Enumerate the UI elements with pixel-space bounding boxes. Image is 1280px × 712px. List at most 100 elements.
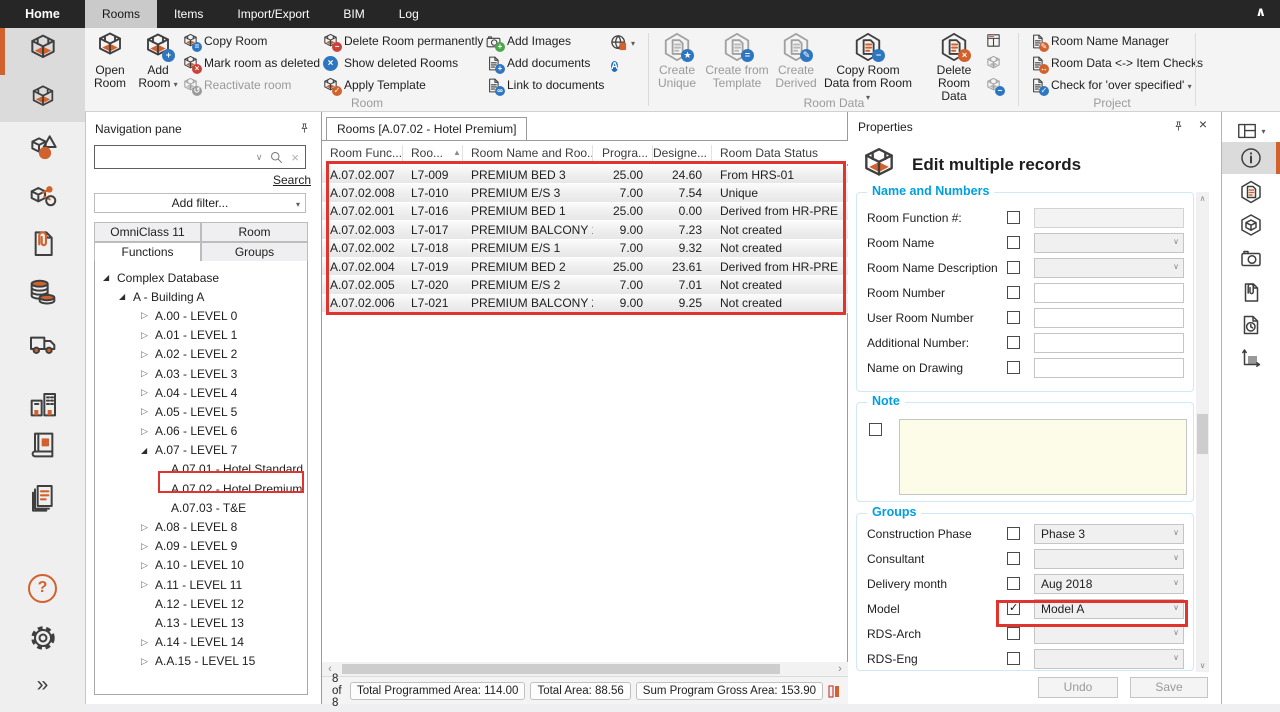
ribbon-tab[interactable]: BIM xyxy=(326,0,381,28)
sidebar-systems-button[interactable] xyxy=(0,177,85,215)
field-input[interactable]: Phase 3 xyxy=(1034,524,1184,544)
tree-expander-icon[interactable] xyxy=(141,426,155,437)
language-badge[interactable]: A xyxy=(611,58,618,74)
close-icon[interactable]: × xyxy=(1199,116,1207,132)
field-input[interactable] xyxy=(1034,308,1184,328)
tree-item[interactable]: A - Building A xyxy=(95,287,307,306)
copy-room-data-button[interactable]: − Copy Room Data from Room ▾ xyxy=(822,30,914,98)
field-input[interactable] xyxy=(1034,358,1184,378)
apply-checkbox[interactable] xyxy=(1007,311,1020,324)
room-data-item-checks-button[interactable]: ↔ Room Data <-> Item Checks xyxy=(1029,54,1203,72)
sidebar-logistics-button[interactable] xyxy=(0,324,85,362)
note-checkbox[interactable] xyxy=(869,423,882,436)
save-button[interactable]: Save xyxy=(1130,677,1208,698)
tree-expander-icon[interactable] xyxy=(103,273,117,282)
tree-item[interactable]: A.02 - LEVEL 2 xyxy=(95,345,307,364)
tree-item[interactable]: A.A.15 - LEVEL 15 xyxy=(95,652,307,671)
link-documents-button[interactable]: ∞ Link to documents xyxy=(485,76,604,94)
tree-expander-icon[interactable] xyxy=(141,656,155,667)
apply-checkbox[interactable] xyxy=(1007,286,1020,299)
ribbon-tab[interactable]: Rooms xyxy=(85,0,157,28)
apply-checkbox[interactable] xyxy=(1007,652,1020,665)
vertical-scrollbar[interactable]: ∧ ∨ xyxy=(1196,192,1209,672)
horizontal-scrollbar[interactable]: ‹ › xyxy=(322,662,848,676)
field-input[interactable] xyxy=(1034,258,1184,278)
tree-item[interactable]: A.07 - LEVEL 7 xyxy=(95,441,307,460)
delete-room-data-button[interactable]: × Delete Room Data xyxy=(928,30,980,98)
tree-item[interactable]: A.03 - LEVEL 3 xyxy=(95,364,307,383)
sidebar-expand-button[interactable]: » xyxy=(0,666,85,704)
tree-expander-icon[interactable] xyxy=(141,310,155,321)
panel-layout-button[interactable]: ▾ xyxy=(1222,118,1280,144)
pin-icon[interactable] xyxy=(1172,120,1185,136)
view-log-button[interactable] xyxy=(1222,309,1280,341)
tree-item[interactable]: A.01 - LEVEL 1 xyxy=(95,326,307,345)
room-data-panel-button[interactable] xyxy=(985,32,1002,49)
scroll-down-icon[interactable]: ∨ xyxy=(1196,661,1209,670)
view-room-data-button[interactable] xyxy=(1222,176,1280,208)
view-measurements-button[interactable] xyxy=(1222,342,1280,374)
classification-tab[interactable]: Groups xyxy=(201,242,308,262)
field-input[interactable] xyxy=(1034,333,1184,353)
pin-icon[interactable] xyxy=(298,122,311,138)
scrollbar-thumb[interactable] xyxy=(1197,414,1208,454)
note-textarea[interactable] xyxy=(899,419,1187,495)
web-export-button[interactable]: ▾ xyxy=(609,33,635,53)
classification-tab[interactable]: Functions xyxy=(94,242,201,262)
apply-checkbox[interactable] xyxy=(1007,602,1020,615)
field-input[interactable]: Model A xyxy=(1034,599,1184,619)
apply-checkbox[interactable] xyxy=(1007,527,1020,540)
create-derived-button[interactable]: ✎ Create Derived xyxy=(772,30,820,98)
document-tab[interactable]: Rooms [A.07.02 - Hotel Premium] xyxy=(326,117,527,140)
table-row[interactable]: A.07.02.008 L7-010 PREMIUM E/S 3 7.00 7.… xyxy=(322,184,848,202)
classification-tab[interactable]: OmniClass 11 xyxy=(94,222,201,242)
table-row[interactable]: A.07.02.004 L7-019 PREMIUM BED 2 25.00 2… xyxy=(322,258,848,276)
tree-item[interactable]: A.13 - LEVEL 13 xyxy=(95,613,307,632)
show-deleted-rooms-button[interactable]: × Show deleted Rooms xyxy=(322,54,458,72)
sidebar-settings-button[interactable] xyxy=(0,619,85,657)
ribbon-tab[interactable]: Log xyxy=(382,0,436,28)
column-header-room-number[interactable]: Roo... ▲ xyxy=(403,145,463,161)
tree-item[interactable]: A.10 - LEVEL 10 xyxy=(95,556,307,575)
delete-room-permanently-button[interactable]: − Delete Room permanently xyxy=(322,32,483,50)
collapse-ribbon-icon[interactable]: ∧ xyxy=(1255,4,1266,20)
check-over-specified-button[interactable]: ✓ Check for 'over specified' ▾ xyxy=(1029,76,1192,94)
sidebar-room-list-button[interactable] xyxy=(0,79,85,117)
column-header-room-name[interactable]: Room Name and Roo... xyxy=(463,145,593,161)
field-input[interactable] xyxy=(1034,549,1184,569)
field-input[interactable] xyxy=(1034,233,1184,253)
ribbon-tab[interactable]: Items xyxy=(157,0,220,28)
column-header-programmed[interactable]: Progra... xyxy=(593,145,653,161)
add-room-button[interactable]: + Add Room ▾ xyxy=(133,30,183,98)
tree-expander-icon[interactable] xyxy=(141,579,155,590)
view-info-button[interactable] xyxy=(1222,142,1280,174)
tree-item[interactable]: A.11 - LEVEL 11 xyxy=(95,575,307,594)
apply-checkbox[interactable] xyxy=(1007,577,1020,590)
classification-tab[interactable]: Room Classification xyxy=(201,222,308,242)
tree-expander-icon[interactable] xyxy=(141,368,155,379)
tab-home[interactable]: Home xyxy=(0,0,85,28)
tree-item[interactable]: A.06 - LEVEL 6 xyxy=(95,422,307,441)
sidebar-attachments-button[interactable] xyxy=(0,224,85,262)
area-chart-icon[interactable] xyxy=(828,684,842,698)
table-row[interactable]: A.07.02.005 L7-020 PREMIUM E/S 2 7.00 7.… xyxy=(322,276,848,294)
search-input[interactable]: ∨ × xyxy=(94,145,306,169)
tree-item[interactable]: A.05 - LEVEL 5 xyxy=(95,402,307,421)
tree-expander-icon[interactable] xyxy=(141,522,155,533)
ribbon-tab[interactable]: Import/Export xyxy=(220,0,326,28)
scroll-right-icon[interactable]: › xyxy=(832,663,848,675)
apply-checkbox[interactable] xyxy=(1007,211,1020,224)
apply-checkbox[interactable] xyxy=(1007,261,1020,274)
undo-button[interactable]: Undo xyxy=(1038,677,1118,698)
scroll-up-icon[interactable]: ∧ xyxy=(1196,194,1209,203)
tree-expander-icon[interactable] xyxy=(141,541,155,552)
tree-item[interactable]: A.07.02 - Hotel Premium xyxy=(95,479,307,498)
apply-checkbox[interactable] xyxy=(1007,336,1020,349)
tree-item[interactable]: A.09 - LEVEL 9 xyxy=(95,537,307,556)
apply-checkbox[interactable] xyxy=(1007,361,1020,374)
tree-item[interactable]: A.07.01 - Hotel Standard xyxy=(95,460,307,479)
tree-item[interactable]: Complex Database xyxy=(95,268,307,287)
room-data-sync-button[interactable]: − xyxy=(985,76,1002,94)
create-unique-button[interactable]: ★ Create Unique xyxy=(652,30,702,98)
search-clear-icon[interactable]: × xyxy=(291,150,299,165)
